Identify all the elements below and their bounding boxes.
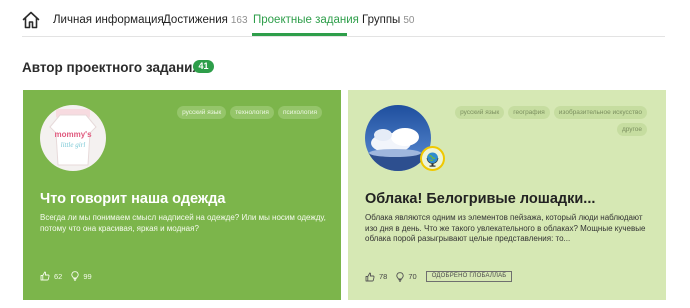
lightbulb-icon	[71, 271, 79, 281]
tag-list: русский язык технология психология	[122, 106, 322, 119]
card-stats: 62 99	[40, 271, 101, 281]
tag-list: русский язык география изобразительное и…	[447, 106, 647, 136]
thumbs-up-icon	[365, 272, 375, 281]
tab-label: Достижения	[163, 14, 228, 26]
thumbs-up-icon	[40, 271, 50, 281]
likes-count: 78	[379, 272, 388, 281]
card-description: Всегда ли мы понимаем смысл надписей на …	[40, 213, 326, 233]
tag[interactable]: русский язык	[455, 106, 505, 119]
tab-project-tasks[interactable]: Проектные задания	[253, 13, 359, 27]
card-title[interactable]: Что говорит наша одежда	[40, 191, 330, 207]
section-title: Автор проектного задания	[22, 60, 201, 75]
tab-groups[interactable]: Группы 50	[362, 13, 414, 28]
tag[interactable]: технология	[230, 106, 274, 119]
tab-label: Личная информация	[53, 14, 164, 26]
views-count: 99	[83, 271, 92, 281]
card-description: Облака являются одним из элементов пейза…	[365, 213, 646, 243]
tab-personal-info[interactable]: Личная информация	[53, 13, 164, 27]
views-count: 70	[408, 272, 417, 281]
card-title[interactable]: Облака! Белогривые лошадки...	[365, 191, 655, 207]
views-stat: 70	[396, 271, 417, 282]
tab-achievements[interactable]: Достижения 163	[163, 13, 248, 28]
globe-icon	[420, 146, 445, 171]
project-avatar: mommy's little girl	[40, 105, 106, 171]
tag[interactable]: изобразительное искусство	[553, 106, 647, 119]
profile-nav: Личная информация Достижения 163 Проектны…	[0, 0, 690, 38]
approved-badge: ОДОБРЕНО ГЛОБАЛЛАБ	[425, 271, 513, 282]
home-icon[interactable]	[21, 10, 41, 30]
tab-count: 163	[230, 15, 248, 26]
tag[interactable]: психология	[277, 106, 322, 119]
card-stats: 78 70 ОДОБРЕНО ГЛОБАЛЛАБ	[365, 271, 513, 282]
nav-divider	[22, 36, 665, 37]
svg-text:little girl: little girl	[61, 141, 86, 149]
likes-count: 62	[54, 271, 63, 281]
lightbulb-icon	[396, 271, 404, 282]
project-card[interactable]: mommy's little girl русский язык техноло…	[23, 90, 341, 300]
tag[interactable]: другое	[616, 123, 647, 136]
project-card[interactable]: русский язык география изобразительное и…	[348, 90, 666, 300]
tag[interactable]: география	[508, 106, 550, 119]
views-stat: 99	[71, 271, 92, 281]
likes-stat[interactable]: 78	[365, 272, 387, 282]
tab-label: Группы	[362, 14, 401, 26]
tab-count: 50	[403, 15, 415, 26]
tab-label: Проектные задания	[253, 14, 359, 26]
tag[interactable]: русский язык	[177, 106, 227, 119]
svg-text:mommy's: mommy's	[54, 130, 92, 139]
section-count-badge: 41	[193, 60, 214, 73]
likes-stat[interactable]: 62	[40, 271, 62, 281]
